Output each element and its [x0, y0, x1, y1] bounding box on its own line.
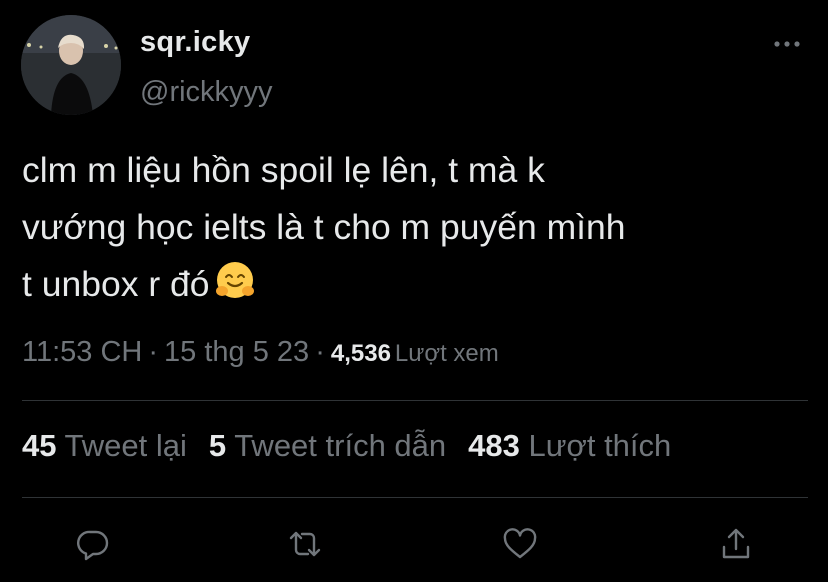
divider: [22, 497, 808, 498]
retweets-label: Tweet lại: [64, 428, 187, 463]
display-name[interactable]: sqr.icky: [140, 26, 250, 59]
reply-icon[interactable]: [75, 526, 111, 562]
retweets-stat[interactable]: 45 Tweet lại: [22, 428, 187, 463]
tweet-time[interactable]: 11:53 CH: [22, 336, 142, 368]
tweet-stats: 45 Tweet lại 5 Tweet trích dẫn 483 Lượt th…: [22, 428, 693, 472]
tweet-text: clm m liệu hồn spoil lẹ lên, t mà k vướn…: [22, 142, 822, 319]
tweet-text-line: vướng học ielts là t cho m puyến mình: [22, 207, 626, 247]
retweet-icon[interactable]: [287, 526, 323, 562]
tweet-text-line: clm m liệu hồn spoil lẹ lên, t mà k: [22, 150, 545, 190]
share-icon[interactable]: [718, 526, 754, 562]
more-options-icon[interactable]: [772, 37, 802, 51]
likes-count: 483: [468, 428, 520, 463]
meta-separator: ·: [148, 336, 159, 368]
views-count: 4,536: [330, 340, 391, 367]
retweets-count: 45: [22, 428, 57, 463]
tweet-text-line: t unbox r đó: [22, 256, 822, 319]
tweet-text-line-content: t unbox r đó: [22, 264, 210, 304]
divider: [22, 400, 808, 401]
tweet-header: sqr.icky @rickkyyy: [0, 0, 828, 130]
heart-icon[interactable]: [502, 526, 538, 562]
likes-label: Lượt thích: [528, 428, 672, 463]
hugging-face-emoji-icon: [213, 258, 257, 319]
quotes-stat[interactable]: 5 Tweet trích dẫn: [209, 428, 446, 463]
quotes-count: 5: [208, 428, 227, 463]
tweet-meta: 11:53 CH · 15 thg 5 23 · 4,536 Lượt xem: [22, 336, 499, 376]
meta-separator: ·: [315, 336, 325, 368]
tweet-date[interactable]: 15 thg 5 23: [164, 336, 309, 368]
user-handle[interactable]: @rickkyyy: [140, 76, 273, 109]
avatar[interactable]: [21, 15, 121, 115]
views-label: Lượt xem: [394, 340, 499, 367]
quotes-label: Tweet trích dẫn: [234, 428, 447, 463]
likes-stat[interactable]: 483 Lượt thích: [468, 428, 671, 463]
action-bar: [0, 520, 828, 570]
